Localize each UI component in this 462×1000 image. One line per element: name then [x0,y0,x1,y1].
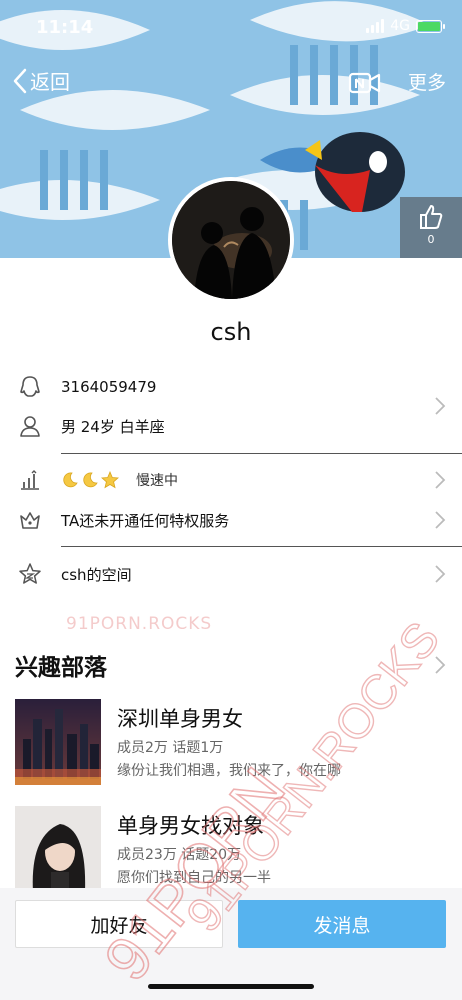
network-type: 4G [390,18,410,34]
nav-bar: 返回 更多 [0,60,462,104]
battery-icon [416,19,445,33]
level-row[interactable]: 慢速中 [0,468,462,492]
chevron-right-icon [435,397,446,415]
add-friend-button[interactable]: 加好友 [15,900,223,948]
more-button[interactable]: 更多 [408,68,446,95]
avatar-couple-silhouette [172,181,290,299]
signal-icon [366,19,385,33]
bottom-action-bar: 加好友 发消息 [0,888,462,1000]
divider [61,546,462,547]
space-link: csh的空间 [61,565,132,584]
profile-nickname: csh [210,318,252,346]
interest-section-title: 兴趣部落 [15,655,107,681]
qq-number: 3164059479 [61,378,157,396]
group-description: 愿你们找到自己的另一半 [117,870,271,886]
qq-number-row: 3164059479 [0,375,462,399]
star-icon [101,471,119,489]
group-stats: 成员23万 话题20万 [117,847,242,863]
group-description: 缘份让我们相遇，我们来了，你在哪 [117,763,341,779]
chevron-right-icon [435,565,446,583]
group-name: 单身男女找对象 [117,814,264,838]
moon-icon [63,472,78,488]
level-speed-status: 慢速中 [136,473,178,489]
group-thumbnail [15,699,101,785]
privilege-row[interactable]: TA还未开通任何特权服务 [0,508,462,532]
space-row[interactable]: csh的空间 [0,562,462,586]
level-chart-icon [21,470,39,490]
chevron-right-icon [435,471,446,489]
like-button[interactable]: 0 [400,197,462,258]
home-indicator [148,984,314,989]
interest-group-item[interactable]: 单身男女找对象 成员23万 话题20万 愿你们找到自己的另一半 [15,806,455,896]
like-count: 0 [427,233,435,246]
city-skyline-image [15,699,101,785]
level-badges [61,471,119,489]
send-message-button[interactable]: 发消息 [238,900,446,948]
crown-icon [20,512,40,529]
profile-page: 11:14 4G 返回 更多 0 csh 3164059479 男 24岁 白羊… [0,0,462,1000]
group-stats: 成员2万 话题1万 [117,740,224,756]
interest-group-item[interactable]: 深圳单身男女 成员2万 话题1万 缘份让我们相遇，我们来了，你在哪 [15,699,455,789]
privilege-status: TA还未开通任何特权服务 [61,511,230,530]
group-name: 深圳单身男女 [117,707,243,731]
person-icon [20,416,40,437]
back-button[interactable]: 返回 [12,66,70,95]
watermark-text: 91PORN.ROCKS [66,614,213,634]
portrait-image [15,806,101,892]
group-thumbnail [15,806,101,892]
thumbs-up-icon [420,205,443,229]
avatar[interactable] [168,177,294,303]
video-call-icon[interactable] [348,70,382,96]
back-chevron-icon [13,68,27,93]
chevron-right-icon [435,511,446,529]
space-star-icon [19,563,41,584]
divider [61,453,462,454]
basic-info-row[interactable]: 男 24岁 白羊座 [0,414,462,438]
back-label: 返回 [30,70,70,94]
status-time: 11:14 [36,17,94,38]
chevron-right-icon[interactable] [434,655,446,675]
basic-info: 男 24岁 白羊座 [61,417,165,436]
qq-penguin-icon [20,376,40,397]
status-indicators: 4G [366,18,445,34]
status-bar: 11:14 4G [0,0,462,56]
moon-icon [83,472,98,488]
